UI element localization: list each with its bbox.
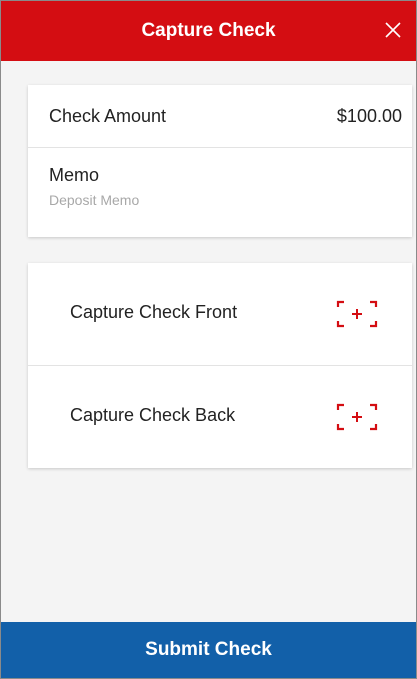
- capture-check-front-button[interactable]: Capture Check Front: [28, 263, 412, 366]
- capture-back-label: Capture Check Back: [70, 405, 236, 425]
- check-amount-row[interactable]: Check Amount $100.00: [28, 85, 412, 148]
- memo-input[interactable]: [49, 189, 389, 211]
- close-button[interactable]: [378, 15, 408, 45]
- camera-frame-icon: [336, 300, 378, 328]
- capture-check-back-button[interactable]: Capture Check Back: [28, 366, 412, 468]
- submit-check-button[interactable]: Submit Check: [1, 622, 416, 678]
- capture-check-screen: Capture Check Check Amount $100.00 Memo …: [0, 0, 417, 679]
- close-icon: [385, 22, 401, 38]
- check-amount-value: $100.00: [336, 106, 402, 126]
- camera-frame-icon: [336, 403, 378, 431]
- capture-front-label: Capture Check Front: [70, 302, 238, 322]
- capture-card: Capture Check Front Capture Check Back: [28, 263, 412, 468]
- check-details-card: Check Amount $100.00 Memo: [28, 85, 412, 237]
- header-bar: Capture Check: [1, 1, 416, 61]
- page-title: Capture Check: [141, 20, 276, 41]
- memo-label: Memo: [49, 165, 100, 185]
- check-amount-label: Check Amount: [49, 106, 167, 126]
